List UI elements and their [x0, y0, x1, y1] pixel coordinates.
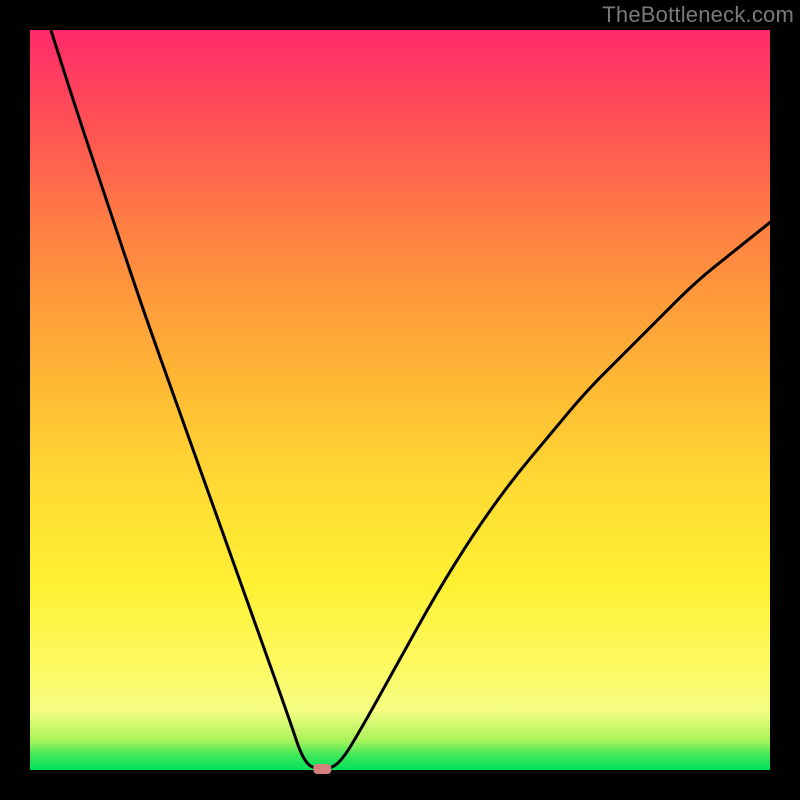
minimum-marker [313, 764, 331, 774]
attribution-text: TheBottleneck.com [602, 2, 794, 28]
bottleneck-curve [30, 0, 770, 770]
chart-frame: TheBottleneck.com [0, 0, 800, 800]
curve-svg [30, 30, 770, 770]
plot-area [30, 30, 770, 770]
